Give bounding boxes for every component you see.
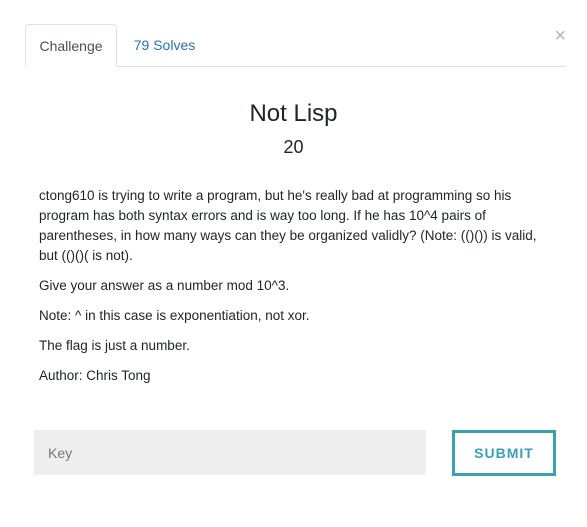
tab-challenge[interactable]: Challenge	[25, 24, 117, 67]
tab-bar: Challenge 79 Solves	[25, 24, 566, 67]
description-paragraph: Note: ^ in this case is exponentiation, …	[39, 308, 310, 323]
challenge-points: 20	[283, 137, 304, 157]
submit-button[interactable]: SUBMIT	[452, 430, 556, 476]
description-paragraph: ctong610 is trying to write a program, b…	[39, 188, 537, 263]
challenge-title: Not Lisp	[249, 100, 338, 127]
author-line: Author: Chris Tong	[39, 368, 151, 383]
description-paragraph: Give your answer as a number mod 10^3.	[39, 278, 290, 293]
tab-solves[interactable]: 79 Solves	[117, 24, 212, 66]
description-paragraph: The flag is just a number.	[39, 338, 190, 353]
challenge-description: ctong610 is trying to write a program, b…	[39, 186, 544, 396]
key-input[interactable]	[34, 430, 426, 475]
